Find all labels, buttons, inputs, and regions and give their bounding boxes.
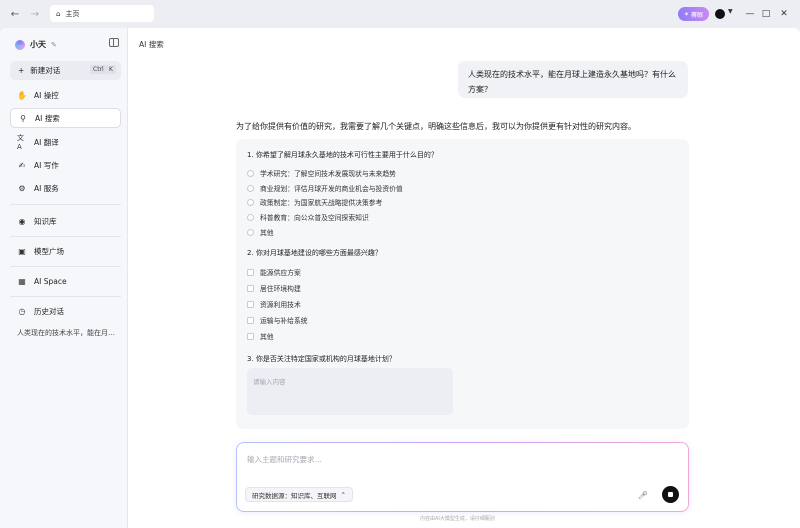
- knowledge-icon: ◉: [18, 216, 26, 226]
- sidebar-divider: [10, 236, 121, 237]
- grid-icon: ▦: [18, 276, 26, 286]
- checkbox[interactable]: [247, 300, 254, 308]
- forward-arrow-icon[interactable]: →: [27, 6, 43, 22]
- clock-icon: ◷: [18, 306, 26, 316]
- checkbox-option[interactable]: 能源供应方案: [247, 267, 301, 277]
- radio-button[interactable]: [247, 169, 254, 177]
- checkbox[interactable]: [247, 332, 254, 340]
- chevron-down-icon[interactable]: ▼: [728, 8, 733, 15]
- radio-option[interactable]: 政策制定：为国家航天战略提供决策参考: [247, 197, 382, 207]
- cube-icon: ▣: [18, 246, 26, 256]
- avatar[interactable]: [715, 9, 725, 19]
- palm-icon: ✋: [17, 90, 27, 100]
- question-title: 3. 你是否关注特定国家或机构的月球基地计划？: [247, 355, 396, 363]
- stop-button[interactable]: [662, 486, 679, 503]
- disclaimer-text: 内容由AI大模型生成，请仔细甄别: [420, 516, 495, 522]
- address-text: 主页: [65, 9, 80, 18]
- radio-button[interactable]: [247, 213, 254, 221]
- maximize-icon[interactable]: □: [759, 7, 773, 21]
- new-chat-button[interactable]: + 新建对话 Ctrl K: [10, 61, 121, 80]
- question-text-input[interactable]: 请输入内容: [247, 368, 453, 415]
- edit-icon[interactable]: ✎: [51, 41, 57, 49]
- composer-input[interactable]: 输入主题和研究要求…: [247, 454, 322, 465]
- sparkle-icon: ✶: [683, 10, 689, 18]
- checkbox-option[interactable]: 运输与补给系统: [247, 315, 308, 325]
- user-message-bubble: 人类现在的技术水平，能在月球上建造永久基地吗？有什么方案？: [458, 61, 688, 98]
- radio-button[interactable]: [247, 228, 254, 236]
- data-source-selector[interactable]: 研究数据源：知识库、互联网 ⌃: [245, 487, 353, 502]
- sidebar-item-knowledge[interactable]: ◉ 知识库: [10, 211, 121, 231]
- sidebar-item-ai-control[interactable]: ✋ AI 操控: [10, 85, 121, 105]
- chevron-up-icon: ⌃: [340, 490, 346, 499]
- radio-option[interactable]: 商业规划：评估月球开发的商业机会与投资价值: [247, 183, 403, 193]
- page-title: AI 搜索: [139, 40, 164, 49]
- close-icon[interactable]: ✕: [777, 7, 791, 21]
- app-window: 小天 ✎ + 新建对话 Ctrl K ✋ AI 操控 ⚲ AI 搜索 文A AI…: [0, 28, 800, 528]
- checkbox-option[interactable]: 居住环境构建: [247, 283, 301, 293]
- plus-icon: +: [18, 66, 25, 75]
- assistant-intro-text: 为了给你提供有价值的研究，我需要了解几个关键点，明确这些信息后，我可以为你提供更…: [236, 122, 636, 131]
- question-title: 2. 你对月球基地建设的哪些方面最感兴趣？: [247, 249, 382, 257]
- checkbox[interactable]: [247, 316, 254, 324]
- minimize-icon[interactable]: —: [743, 7, 757, 21]
- sidebar-divider: [10, 204, 121, 205]
- question-card: 1. 你希望了解月球永久基地的技术可行性主要用于什么目的？ 学术研究：了解空间技…: [236, 139, 689, 429]
- address-bar[interactable]: ⌂ 主页: [50, 5, 154, 22]
- brand-name: 小天: [30, 40, 46, 49]
- shortcut-ctrl: Ctrl: [90, 65, 107, 74]
- sidebar-item-ai-space[interactable]: ▦ AI Space: [10, 271, 121, 291]
- radio-option[interactable]: 学术研究：了解空间技术发展现状与未来趋势: [247, 168, 396, 178]
- radio-option[interactable]: 科普教育：向公众普及空间探索知识: [247, 212, 369, 222]
- sidebar-item-model-plaza[interactable]: ▣ 模型广场: [10, 241, 121, 261]
- vip-badge[interactable]: ✶ 賽眼: [678, 7, 709, 21]
- translate-icon: 文A: [17, 134, 24, 151]
- sidebar-item-ai-service[interactable]: ⚙ AI 服务: [10, 178, 121, 198]
- title-bar: ← → ⌂ 主页 ✶ 賽眼 ▼ — □ ✕: [0, 0, 800, 28]
- message-composer: 输入主题和研究要求… 研究数据源：知识库、互联网 ⌃ 🎤︎: [236, 442, 689, 512]
- checkbox-option[interactable]: 资源利用技术: [247, 299, 301, 309]
- sidebar-item-ai-search[interactable]: ⚲ AI 搜索: [10, 108, 121, 128]
- stop-icon: [668, 492, 673, 497]
- sidebar-collapse-icon[interactable]: [109, 38, 119, 47]
- checkbox-option[interactable]: 其他: [247, 331, 274, 341]
- service-icon: ⚙: [18, 183, 26, 193]
- sidebar-item-ai-translate[interactable]: 文A AI 翻译: [10, 132, 121, 152]
- sidebar-item-history[interactable]: ◷ 历史对话: [10, 301, 121, 321]
- pen-icon: ✍: [18, 160, 26, 170]
- sidebar-divider: [10, 266, 121, 267]
- sidebar: 小天 ✎ + 新建对话 Ctrl K ✋ AI 操控 ⚲ AI 搜索 文A AI…: [0, 28, 128, 528]
- sidebar-item-ai-writing[interactable]: ✍ AI 写作: [10, 155, 121, 175]
- checkbox[interactable]: [247, 284, 254, 292]
- sidebar-divider: [10, 296, 121, 297]
- checkbox[interactable]: [247, 268, 254, 276]
- microphone-icon[interactable]: 🎤︎: [637, 489, 649, 501]
- question-title: 1. 你希望了解月球永久基地的技术可行性主要用于什么目的？: [247, 151, 438, 159]
- search-sparkle-icon: ⚲: [20, 113, 26, 123]
- radio-option[interactable]: 其他: [247, 227, 274, 237]
- back-arrow-icon[interactable]: ←: [7, 6, 23, 22]
- brand: 小天 ✎: [15, 39, 57, 50]
- radio-button[interactable]: [247, 198, 254, 206]
- home-icon: ⌂: [56, 9, 61, 18]
- brand-logo-icon: [15, 39, 25, 50]
- shortcut-k: K: [106, 65, 116, 74]
- radio-button[interactable]: [247, 184, 254, 192]
- history-entry[interactable]: 人类现在的技术水平，能在月…: [17, 328, 117, 338]
